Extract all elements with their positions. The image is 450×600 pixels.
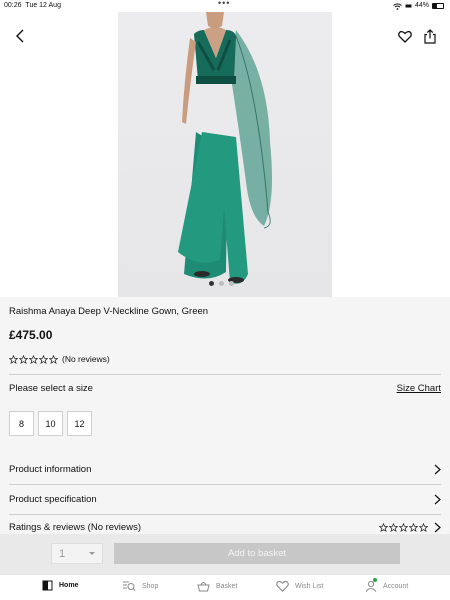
gown-illustration	[178, 12, 272, 284]
status-bar: 00:26 Tue 12 Aug ••• 44%	[0, 0, 450, 12]
tab-shop[interactable]: Shop	[122, 580, 158, 592]
star-icon	[49, 354, 58, 364]
product-information-row[interactable]: Product information	[9, 454, 441, 484]
search-list-icon	[123, 581, 136, 592]
star-icon	[379, 522, 388, 532]
size-option-10[interactable]: 10	[38, 411, 63, 436]
ratings-reviews-indicator	[379, 522, 441, 533]
product-image[interactable]	[118, 12, 332, 297]
orientation-lock-icon	[405, 4, 412, 8]
bottom-tab-bar: Home Shop Basket Wish List Account	[0, 574, 450, 600]
tab-account-label: Account	[383, 582, 409, 590]
divider	[9, 374, 441, 375]
star-icon	[399, 522, 408, 532]
caret-down-icon	[89, 552, 95, 555]
star-icon	[39, 354, 48, 364]
add-to-basket-button[interactable]: Add to basket	[114, 543, 400, 564]
tab-basket[interactable]: Basket	[197, 580, 237, 592]
heart-icon	[276, 580, 289, 592]
quantity-select[interactable]: 1	[51, 543, 103, 564]
tab-wishlist-label: Wish List	[295, 582, 324, 590]
wifi-icon	[393, 2, 402, 10]
star-icon	[19, 354, 28, 364]
heart-icon	[398, 30, 412, 43]
size-options: 8 10 12	[9, 411, 92, 436]
product-specification-label: Product specification	[9, 493, 97, 505]
product-gallery[interactable]	[0, 12, 450, 297]
star-rating	[9, 354, 58, 364]
rating-summary[interactable]: (No reviews)	[9, 354, 110, 364]
status-date: Tue 12 Aug	[25, 2, 61, 9]
tab-basket-label: Basket	[216, 582, 238, 590]
product-price: £475.00	[9, 328, 53, 342]
gallery-dot-1[interactable]	[209, 281, 214, 286]
status-time: 00:26	[4, 2, 22, 9]
tab-shop-label: Shop	[142, 582, 159, 590]
chevron-right-icon	[434, 522, 441, 532]
star-icon	[9, 354, 18, 364]
tab-home-label: Home	[59, 582, 79, 589]
multitask-dots-icon[interactable]: •••	[218, 0, 230, 9]
product-specification-row[interactable]: Product specification	[9, 484, 441, 514]
battery-icon	[432, 3, 444, 9]
ratings-reviews-label: Ratings & reviews (No reviews)	[9, 521, 141, 533]
tab-account[interactable]: Account	[365, 578, 409, 592]
product-title: Raishma Anaya Deep V-Neckline Gown, Gree…	[9, 306, 209, 317]
quantity-value: 1	[59, 547, 66, 560]
size-option-12[interactable]: 12	[67, 411, 92, 436]
size-chart-link[interactable]: Size Chart	[397, 383, 441, 394]
star-icon	[409, 522, 418, 532]
chevron-right-icon	[434, 464, 441, 474]
gallery-dot-2[interactable]	[219, 281, 224, 286]
basket-icon	[197, 582, 210, 592]
chevron-left-icon	[16, 29, 24, 43]
star-icon	[389, 522, 398, 532]
reviews-count[interactable]: (No reviews)	[62, 354, 110, 364]
battery-percent: 44%	[414, 2, 429, 9]
back-button[interactable]	[10, 26, 30, 46]
chevron-right-icon	[434, 494, 441, 504]
tab-home[interactable]: Home	[42, 580, 78, 591]
wishlist-button[interactable]	[395, 26, 415, 46]
purchase-bar: 1 Add to basket	[0, 534, 450, 574]
status-indicators: 44%	[393, 0, 444, 12]
product-information-label: Product information	[9, 463, 92, 475]
status-time-date: 00:26 Tue 12 Aug	[4, 0, 61, 12]
tab-wishlist[interactable]: Wish List	[276, 580, 323, 592]
gallery-dot-3[interactable]	[229, 281, 234, 286]
account-icon-wrap	[365, 578, 377, 592]
star-rating	[379, 522, 428, 532]
star-icon	[29, 354, 38, 364]
share-icon	[424, 28, 436, 44]
star-icon	[419, 522, 428, 532]
home-icon	[42, 580, 53, 591]
account-status-dot	[373, 578, 377, 582]
share-button[interactable]	[420, 26, 440, 46]
size-option-8[interactable]: 8	[9, 411, 34, 436]
size-prompt: Please select a size	[9, 383, 93, 394]
gallery-pagination[interactable]	[209, 281, 234, 286]
